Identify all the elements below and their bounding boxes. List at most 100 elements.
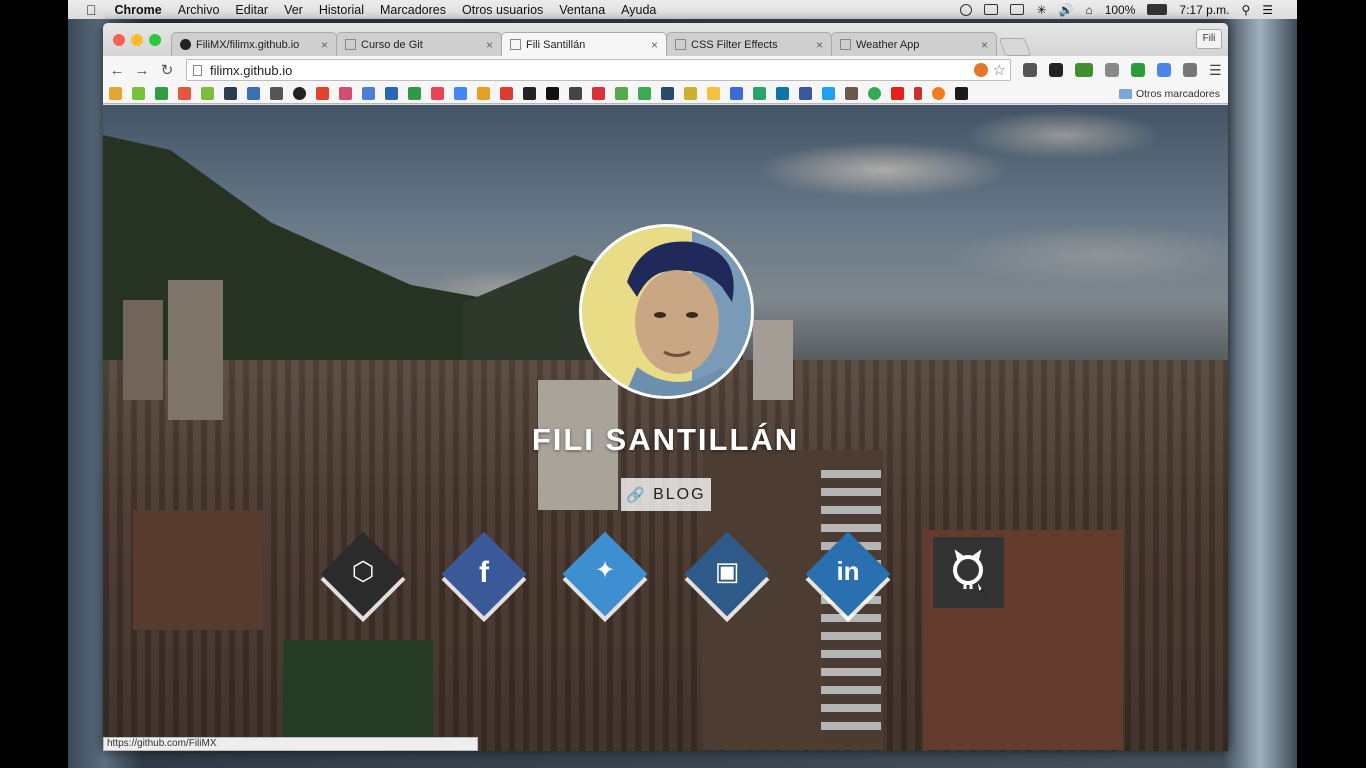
bookmark-icon[interactable] [224, 87, 237, 100]
notification-center-icon[interactable]: ☰ [1262, 3, 1273, 17]
bw-extension-icon[interactable] [1075, 63, 1093, 77]
back-icon[interactable]: ← [106, 62, 128, 79]
gitlab-bookmark-icon[interactable] [316, 87, 329, 100]
screen-icon[interactable] [984, 4, 999, 15]
bookmark-icon[interactable] [523, 87, 536, 100]
facebook-bookmark-icon[interactable] [799, 87, 812, 100]
bookmark-icon[interactable] [178, 87, 191, 100]
tab-fili-santillan[interactable]: Fili Santillán × [501, 32, 667, 56]
bookmark-icon[interactable] [592, 87, 605, 100]
linkedin-link[interactable]: in [805, 531, 891, 634]
youtube-bookmark-icon[interactable] [891, 87, 904, 100]
cast-icon[interactable] [1183, 63, 1197, 77]
bookmark-icon[interactable] [868, 87, 881, 100]
bookmark-icon[interactable] [408, 87, 421, 100]
menu-app-name[interactable]: Chrome [107, 3, 170, 17]
close-tab-icon[interactable]: × [321, 38, 328, 52]
close-window-icon[interactable] [113, 34, 125, 46]
translate-extension-icon[interactable] [1157, 63, 1171, 77]
close-tab-icon[interactable]: × [981, 38, 988, 52]
sync-extension-icon[interactable] [1105, 63, 1119, 77]
tab-css-filter-effects[interactable]: CSS Filter Effects × [666, 32, 832, 56]
bookmark-icon[interactable] [753, 87, 766, 100]
airplay-icon[interactable] [1010, 4, 1025, 15]
bookmark-icon[interactable] [247, 87, 260, 100]
close-tab-icon[interactable]: × [816, 38, 823, 52]
codepen-link[interactable]: ⬡ [320, 531, 406, 634]
other-bookmarks[interactable]: Otros marcadores [1118, 88, 1228, 100]
chrome-menu-icon[interactable]: ☰ [1209, 63, 1223, 77]
volume-icon[interactable]: 🔊 [1059, 3, 1074, 17]
menu-ventana[interactable]: Ventana [551, 3, 613, 17]
facebook-link[interactable]: f [441, 531, 527, 634]
bookmark-icon[interactable] [615, 87, 628, 100]
tab-weather-app[interactable]: Weather App × [831, 32, 997, 56]
bookmark-icon[interactable] [155, 87, 168, 100]
menu-ver[interactable]: Ver [276, 3, 311, 17]
notifications-extension-icon[interactable] [1131, 63, 1145, 77]
wifi-icon[interactable]: ⌂ [1085, 3, 1092, 17]
pocket-bookmark-icon[interactable] [431, 87, 444, 100]
bookmark-icon[interactable] [270, 87, 283, 100]
folder-icon [1118, 88, 1132, 99]
forward-icon[interactable]: → [131, 62, 153, 79]
bluetooth-icon[interactable]: ✳ [1036, 3, 1046, 17]
minimize-window-icon[interactable] [131, 34, 143, 46]
tabs: FiliMX/filimx.github.io × Curso de Git ×… [171, 32, 1032, 56]
battery-icon[interactable] [1147, 4, 1168, 15]
plus-menu-icon[interactable] [960, 3, 973, 16]
reload-icon[interactable]: ↻ [156, 61, 178, 79]
tab-github-repo[interactable]: FiliMX/filimx.github.io × [171, 32, 337, 56]
bookmark-icon[interactable] [132, 87, 145, 100]
page-info-icon[interactable] [193, 64, 202, 76]
bookmark-icon[interactable] [730, 87, 743, 100]
clock[interactable]: 7:17 p.m. [1179, 3, 1229, 17]
zoom-window-icon[interactable] [149, 34, 161, 46]
netflix-bookmark-icon[interactable] [914, 87, 922, 100]
bookmark-icon[interactable] [955, 87, 968, 100]
spotlight-search-icon[interactable]: ⚲ [1241, 3, 1250, 17]
tab-curso-de-git[interactable]: Curso de Git × [336, 32, 502, 56]
bookmark-icon[interactable] [684, 87, 697, 100]
close-tab-icon[interactable]: × [651, 38, 658, 52]
menu-ayuda[interactable]: Ayuda [613, 3, 664, 17]
menu-historial[interactable]: Historial [311, 3, 372, 17]
menu-marcadores[interactable]: Marcadores [372, 3, 454, 17]
extension-icon[interactable] [1049, 63, 1063, 77]
bookmark-icon[interactable] [569, 87, 582, 100]
bookmark-icon[interactable] [339, 87, 352, 100]
menu-archivo[interactable]: Archivo [170, 3, 228, 17]
pocket-icon[interactable] [1023, 63, 1037, 77]
bookmark-star-icon[interactable]: ☆ [993, 61, 1006, 79]
bookmark-icon[interactable] [932, 87, 945, 100]
blog-button[interactable]: 🔗 BLOG [621, 478, 711, 511]
instagram-bookmark-icon[interactable] [845, 87, 858, 100]
url-text[interactable]: filimx.github.io [210, 63, 292, 78]
bookmark-icon[interactable] [109, 87, 122, 100]
address-bar[interactable]: filimx.github.io ☆ [186, 59, 1011, 81]
close-tab-icon[interactable]: × [486, 38, 493, 52]
bookmark-icon[interactable] [707, 87, 720, 100]
bookmark-icon[interactable] [385, 87, 398, 100]
github-bookmark-icon[interactable] [293, 87, 306, 100]
bookmark-icon[interactable] [477, 87, 490, 100]
github-link[interactable] [933, 537, 1004, 608]
instagram-link[interactable]: ▣ [684, 531, 770, 634]
twitter-link[interactable]: ✦ [562, 531, 648, 634]
menu-otros-usuarios[interactable]: Otros usuarios [454, 3, 551, 17]
bookmark-icon[interactable] [500, 87, 513, 100]
profile-button[interactable]: Fili [1196, 29, 1222, 49]
extension-in-omnibox-icon[interactable] [974, 63, 988, 77]
menu-editar[interactable]: Editar [227, 3, 276, 17]
bookmark-icon[interactable] [201, 87, 214, 100]
twitter-bookmark-icon[interactable] [822, 87, 835, 100]
bookmark-icon[interactable] [362, 87, 375, 100]
bookmark-icon[interactable] [638, 87, 651, 100]
bookmark-icon[interactable] [661, 87, 674, 100]
new-tab-button[interactable] [998, 38, 1032, 56]
battery-percent: 100% [1104, 2, 1136, 17]
apple-menu-icon[interactable]:  [68, 2, 107, 18]
docs-bookmark-icon[interactable] [454, 87, 467, 100]
linkedin-bookmark-icon[interactable] [776, 87, 789, 100]
bookmark-icon[interactable] [546, 87, 559, 100]
